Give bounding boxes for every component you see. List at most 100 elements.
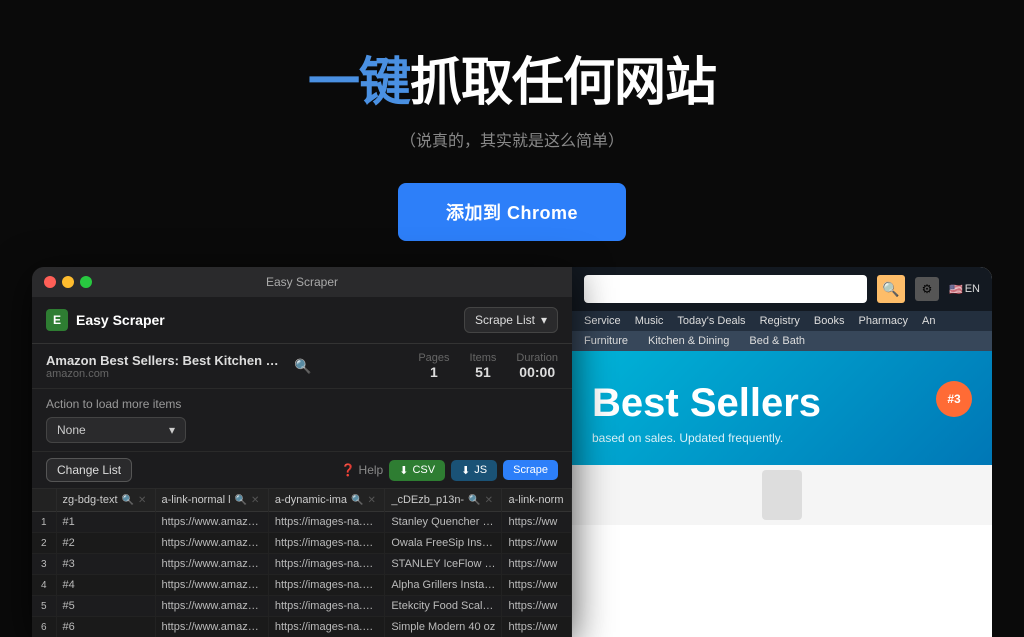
row-num: 1	[32, 512, 56, 533]
help-button[interactable]: ❓ Help	[341, 463, 384, 477]
cell-c3: https://images-na.ssl-i	[268, 617, 384, 637]
product-image	[762, 470, 802, 520]
amazon-subnav: Furniture Kitchen & Dining Bed & Bath	[572, 331, 992, 351]
row-num: 5	[32, 596, 56, 617]
items-value: 51	[470, 364, 497, 380]
nav-item-more[interactable]: An	[922, 315, 935, 327]
stats-row: Pages 1 Items 51 Duration 00:00	[418, 352, 558, 380]
table-row: 4 #4 https://www.amazon.c https://images…	[32, 575, 572, 596]
nav-item-pharmacy[interactable]: Pharmacy	[858, 315, 908, 327]
amazon-search-button[interactable]: 🔍	[877, 275, 905, 303]
amazon-search-bar[interactable]	[584, 275, 867, 303]
minimize-button[interactable]	[62, 276, 74, 288]
hero-title-highlight: 一键	[308, 54, 410, 112]
site-domain: amazon.com	[46, 368, 286, 380]
cell-c2: https://www.amazon.c	[155, 617, 268, 637]
row-num: 6	[32, 617, 56, 637]
traffic-lights	[44, 276, 92, 288]
search-icon[interactable]: 🔍	[294, 358, 311, 375]
table-row: 5 #5 https://www.amazon.c https://images…	[32, 596, 572, 617]
cell-c3: https://images-na.ssl-i	[268, 554, 384, 575]
cell-c5: https://ww	[502, 554, 572, 575]
nav-item-registry[interactable]: Registry	[760, 315, 800, 327]
add-to-chrome-button[interactable]: 添加到 Chrome	[398, 183, 626, 241]
hero-title-normal: 抓取任何网站	[410, 54, 716, 112]
action-label: Action to load more items	[46, 397, 558, 411]
table-header-row: zg-bdg-text 🔍 ✕ a-link-normal l 🔍 ✕	[32, 489, 572, 512]
best-sellers-title: Best Sellers	[592, 381, 972, 425]
stat-pages: Pages 1	[418, 352, 449, 380]
csv-export-button[interactable]: ⬇ CSV	[389, 460, 445, 481]
row-num-header	[32, 489, 56, 512]
extension-panel: Easy Scraper E Easy Scraper Scrape List …	[32, 267, 572, 637]
nav-item-service[interactable]: Service	[584, 315, 621, 327]
cell-c3: https://images-na.ssl-i	[268, 512, 384, 533]
browser-area: Easy Scraper E Easy Scraper Scrape List …	[32, 267, 992, 637]
close-icon[interactable]: ✕	[367, 495, 375, 506]
action-select[interactable]: None ▾	[46, 417, 186, 443]
cell-c1: #2	[56, 533, 155, 554]
pages-value: 1	[418, 364, 449, 380]
flag-container: 🇺🇸 EN	[949, 283, 980, 296]
table-row: 6 #6 https://www.amazon.c https://images…	[32, 617, 572, 637]
action-value: None	[57, 423, 86, 437]
cell-c4: Simple Modern 40 oz	[385, 617, 502, 637]
nav-item-deals[interactable]: Today's Deals	[677, 315, 745, 327]
subnav-item-furniture[interactable]: Furniture	[584, 335, 628, 347]
pages-label: Pages	[418, 352, 449, 364]
window-title: Easy Scraper	[266, 275, 338, 289]
cell-c5: https://ww	[502, 575, 572, 596]
close-icon[interactable]: ✕	[138, 495, 146, 506]
cell-c4: Owala FreeSip Insulate	[385, 533, 502, 554]
col-2-name: a-link-normal l	[162, 494, 231, 506]
search-icon[interactable]: 🔍	[235, 495, 247, 506]
close-icon[interactable]: ✕	[251, 495, 259, 506]
col-5-name: a-link-norm	[508, 494, 563, 506]
cell-c1: #3	[56, 554, 155, 575]
cell-c5: https://ww	[502, 596, 572, 617]
cell-c3: https://images-na.ssl-i	[268, 596, 384, 617]
col-header-3: a-dynamic-ima 🔍 ✕	[268, 489, 384, 512]
search-icon: 🔍	[882, 281, 899, 298]
data-table: zg-bdg-text 🔍 ✕ a-link-normal l 🔍 ✕	[32, 489, 572, 637]
download-icon: ⬇	[399, 464, 408, 477]
js-export-button[interactable]: ⬇ JS	[451, 460, 497, 481]
table-row: 1 #1 https://www.amazon.c https://images…	[32, 512, 572, 533]
scrape-button[interactable]: Scrape	[503, 460, 558, 480]
js-label: JS	[474, 464, 487, 476]
col-3-name: a-dynamic-ima	[275, 494, 347, 506]
change-list-button[interactable]: Change List	[46, 458, 132, 482]
scrape-label: Scrape	[513, 464, 548, 476]
question-icon: ❓	[341, 463, 356, 477]
search-icon[interactable]: 🔍	[468, 495, 480, 506]
search-icon[interactable]: 🔍	[351, 495, 363, 506]
cell-c5: https://ww	[502, 617, 572, 637]
close-button[interactable]	[44, 276, 56, 288]
col-header-4: _cDEzb_p13n- 🔍 ✕	[385, 489, 502, 512]
close-icon[interactable]: ✕	[485, 495, 493, 506]
hero-title: 一键抓取任何网站	[308, 40, 716, 115]
subnav-item-bed[interactable]: Bed & Bath	[749, 335, 805, 347]
toolbar-right: ❓ Help ⬇ CSV ⬇ JS Scrape	[341, 460, 558, 481]
ext-logo: E Easy Scraper	[46, 309, 165, 331]
duration-label: Duration	[516, 352, 558, 364]
scrape-list-button[interactable]: Scrape List ▾	[464, 307, 558, 333]
settings-icon[interactable]: ⚙	[915, 277, 939, 301]
row-num: 3	[32, 554, 56, 575]
chevron-down-icon: ▾	[541, 313, 547, 327]
nav-item-music[interactable]: Music	[635, 315, 664, 327]
cell-c1: #4	[56, 575, 155, 596]
search-icon[interactable]: 🔍	[122, 495, 134, 506]
data-table-container: zg-bdg-text 🔍 ✕ a-link-normal l 🔍 ✕	[32, 489, 572, 637]
cell-c2: https://www.amazon.c	[155, 533, 268, 554]
nav-item-books[interactable]: Books	[814, 315, 845, 327]
cell-c5: https://ww	[502, 512, 572, 533]
table-row: 2 #2 https://www.amazon.c https://images…	[32, 533, 572, 554]
ext-logo-icon: E	[46, 309, 68, 331]
subnav-item-kitchen[interactable]: Kitchen & Dining	[648, 335, 729, 347]
row-num: 2	[32, 533, 56, 554]
ext-logo-text: Easy Scraper	[76, 312, 165, 328]
site-left: Amazon Best Sellers: Best Kitchen & Dini…	[46, 353, 311, 380]
cell-c2: https://www.amazon.c	[155, 554, 268, 575]
maximize-button[interactable]	[80, 276, 92, 288]
